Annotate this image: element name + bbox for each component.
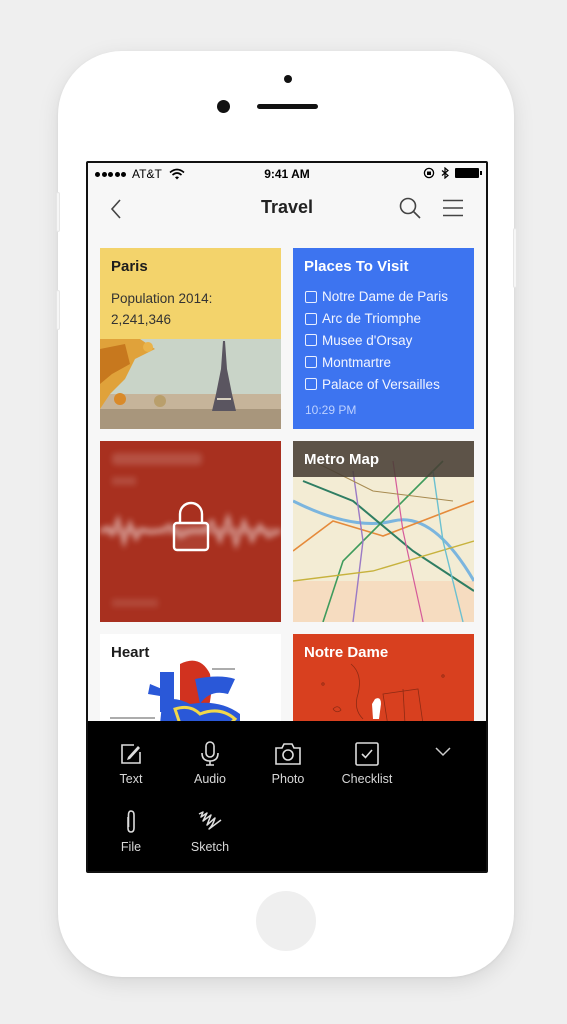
lock-icon (172, 501, 210, 552)
chevron-down-icon[interactable] (434, 745, 452, 759)
phone-side-button-left-1 (56, 192, 60, 232)
camera-icon (275, 743, 301, 765)
rotation-lock-icon (423, 167, 435, 179)
note-card-places-to-visit[interactable]: Places To Visit Notre Dame de Paris Arc … (293, 248, 474, 429)
checklist-item[interactable]: Musee d'Orsay (305, 330, 448, 352)
checkbox[interactable] (305, 334, 317, 347)
note-body-line: Population 2014: (111, 291, 213, 306)
checkbox[interactable] (305, 356, 317, 369)
toolbar-label: Checklist (341, 772, 393, 786)
note-title: Places To Visit (304, 258, 409, 275)
toolbar-checklist-button[interactable]: Checklist (332, 741, 402, 786)
note-title: Metro Map (304, 451, 379, 468)
toolbar-label: Sketch (190, 840, 230, 854)
note-body-line: 2,241,346 (111, 312, 172, 327)
blurred-date (112, 599, 158, 607)
battery-icon (455, 168, 482, 178)
phone-side-button-right (513, 228, 517, 288)
toolbar-audio-button[interactable]: Audio (175, 741, 245, 786)
blurred-duration (112, 477, 136, 485)
toolbar-label: Photo (271, 772, 305, 786)
checklist-item[interactable]: Notre Dame de Paris (305, 286, 448, 308)
blurred-title (112, 453, 202, 465)
note-card-metro-map[interactable]: Metro Map (293, 441, 474, 622)
checklist-item-label: Notre Dame de Paris (322, 289, 449, 305)
note-title: Paris (111, 258, 148, 275)
checkbox[interactable] (305, 290, 317, 303)
checklist-item-label: Musee d'Orsay (322, 332, 413, 348)
search-icon[interactable] (398, 196, 422, 220)
checkbox[interactable] (305, 378, 317, 391)
note-card-audio-locked[interactable] (100, 441, 281, 622)
checklist-item[interactable]: Montmartre (305, 351, 448, 373)
toolbar-photo-button[interactable]: Photo (253, 741, 323, 786)
checklist-item[interactable]: Arc de Triomphe (305, 308, 448, 330)
microphone-icon (201, 741, 219, 766)
checklist-item-label: Montmartre (322, 354, 392, 370)
checkbox-icon (355, 742, 379, 766)
checklist-item[interactable]: Palace of Versailles (305, 373, 448, 395)
note-timestamp: 10:29 PM (305, 403, 357, 417)
toolbar-label: File (120, 840, 142, 854)
pencil-square-icon (121, 744, 141, 764)
eiffel-tower-photo (100, 339, 281, 429)
new-note-toolbar: Text Audio Photo Checklist File Sketch (88, 721, 486, 871)
squiggle-icon (198, 811, 222, 830)
toolbar-text-button[interactable]: Text (96, 741, 166, 786)
checklist: Notre Dame de Paris Arc de Triomphe Muse… (305, 286, 448, 395)
toolbar-label: Audio (194, 772, 226, 786)
toolbar-file-button[interactable]: File (96, 809, 166, 854)
earpiece-speaker (257, 104, 318, 109)
note-card-paris[interactable]: Paris Population 2014: 2,241,346 (100, 248, 281, 429)
toolbar-sketch-button[interactable]: Sketch (175, 809, 245, 854)
status-bar: AT&T 9:41 AM (88, 163, 486, 185)
checklist-item-label: Arc de Triomphe (322, 311, 422, 327)
menu-icon[interactable] (442, 198, 464, 218)
bluetooth-icon (441, 167, 449, 179)
back-chevron-icon[interactable] (106, 197, 128, 221)
nav-bar: Travel (88, 185, 486, 233)
paperclip-icon (127, 810, 135, 833)
phone-side-button-left-2 (56, 290, 60, 330)
page-title: Travel (260, 197, 314, 217)
checkbox[interactable] (305, 312, 317, 325)
toolbar-label: Text (119, 772, 143, 786)
note-body: Population 2014: 2,241,346 (111, 288, 212, 330)
app-screen: AT&T 9:41 AM Travel Paris Population 201… (86, 161, 488, 873)
front-camera (217, 100, 230, 113)
checklist-item-label: Palace of Versailles (322, 376, 440, 392)
home-button[interactable] (256, 891, 316, 951)
proximity-sensor (284, 75, 292, 83)
